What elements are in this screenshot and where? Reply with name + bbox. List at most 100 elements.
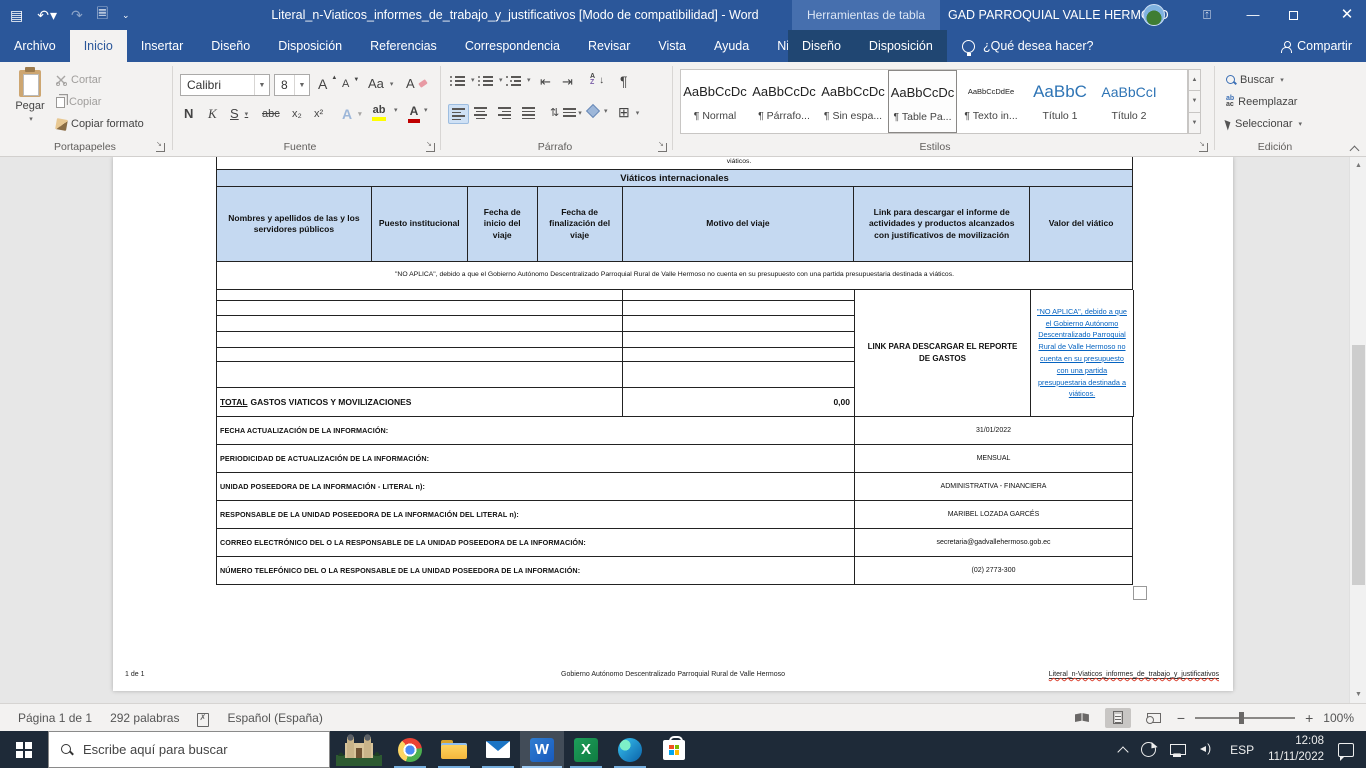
strikethrough-button[interactable]: abc — [262, 108, 280, 120]
zoom-slider-thumb[interactable] — [1239, 712, 1244, 724]
tab-disposicion[interactable]: Disposición — [264, 30, 356, 62]
style-titulo-2[interactable]: AaBbCcITítulo 2 — [1095, 70, 1164, 133]
undo-icon[interactable]: ↶▾ — [37, 7, 57, 24]
print-preview-icon[interactable]: 🗏 — [97, 3, 108, 27]
qat-customize-icon[interactable]: ⌄ — [122, 10, 130, 21]
styles-scroll-down-icon[interactable]: ▼ — [1188, 91, 1201, 112]
format-painter-button[interactable]: Copiar formato — [56, 118, 144, 130]
avatar[interactable] — [1143, 4, 1165, 26]
zoom-out-button[interactable]: − — [1177, 710, 1185, 726]
ribbon-display-options-icon[interactable]: ⍐ — [1190, 0, 1224, 30]
taskbar-file-explorer[interactable] — [432, 731, 476, 768]
numbering-button[interactable]: ▾ — [478, 75, 503, 86]
castle-shortcut-icon[interactable] — [330, 731, 388, 768]
bold-button[interactable]: N — [184, 106, 193, 121]
taskbar-store[interactable] — [652, 731, 696, 768]
multilevel-list-button[interactable]: ▾ — [506, 75, 531, 86]
tab-archivo[interactable]: Archivo — [0, 30, 70, 62]
taskbar-mail[interactable] — [476, 731, 520, 768]
zoom-level[interactable]: 100% — [1323, 711, 1354, 725]
tab-insertar[interactable]: Insertar — [127, 30, 197, 62]
tell-me-box[interactable]: ¿Qué desea hacer? — [962, 30, 1094, 62]
read-mode-button[interactable] — [1069, 708, 1095, 728]
styles-scroll-up-icon[interactable]: ▲ — [1188, 69, 1201, 91]
styles-dialog-launcher-icon[interactable] — [1199, 143, 1208, 152]
action-center-icon[interactable] — [1338, 743, 1354, 757]
styles-gallery-more-icon[interactable]: ▼ — [1188, 113, 1201, 134]
replace-button[interactable]: abacReemplazar — [1226, 96, 1297, 108]
paste-button[interactable]: Pegar ▾ — [10, 70, 50, 123]
sort-button[interactable]: AZ↓ — [590, 74, 604, 86]
document-page[interactable]: viáticos. Viáticos internacionales Nombr… — [113, 157, 1233, 691]
network-icon[interactable] — [1170, 744, 1186, 756]
cut-button[interactable]: Cortar — [56, 74, 102, 86]
paragraph-dialog-launcher-icon[interactable] — [658, 143, 667, 152]
tab-diseno[interactable]: Diseño — [197, 30, 264, 62]
scroll-down-icon[interactable]: ▼ — [1350, 686, 1366, 703]
clipboard-dialog-launcher-icon[interactable] — [156, 143, 165, 152]
show-paragraph-marks-button[interactable]: ¶ — [620, 73, 628, 89]
tab-table-diseno[interactable]: Diseño — [788, 30, 855, 62]
select-button[interactable]: Seleccionar▾ — [1226, 118, 1302, 130]
table-resize-handle[interactable] — [1133, 586, 1147, 600]
taskbar-search-box[interactable]: Escribe aquí para buscar — [48, 731, 330, 768]
subscript-button[interactable]: x₂ — [292, 108, 302, 120]
font-size-combo[interactable]: 8 ▼ — [274, 74, 310, 96]
taskbar-word[interactable]: W — [520, 731, 564, 768]
tab-referencias[interactable]: Referencias — [356, 30, 451, 62]
style-texto-independiente[interactable]: AaBbCcDdEe¶ Texto in... — [957, 70, 1026, 133]
input-language[interactable]: ESP — [1230, 743, 1254, 757]
redo-icon[interactable]: ↷ — [71, 7, 83, 24]
font-name-combo[interactable]: Calibri ▼ — [180, 74, 270, 96]
style-normal[interactable]: AaBbCcDc¶ Normal — [681, 70, 750, 133]
scroll-up-icon[interactable]: ▲ — [1350, 157, 1366, 174]
change-case-button[interactable]: Aa▾ — [368, 76, 393, 91]
web-layout-button[interactable] — [1141, 708, 1167, 728]
zoom-in-button[interactable]: + — [1305, 710, 1313, 726]
tab-inicio[interactable]: Inicio — [70, 30, 127, 62]
no-aplica-hyperlink[interactable]: "NO APLICA", debido a que el Gobierno Au… — [1034, 306, 1130, 401]
tab-correspondencia[interactable]: Correspondencia — [451, 30, 574, 62]
underline-button[interactable]: S▾ — [230, 106, 248, 121]
justify-button[interactable] — [522, 107, 535, 119]
print-layout-button[interactable] — [1105, 708, 1131, 728]
increase-indent-button[interactable]: ⇥ — [562, 74, 573, 90]
tab-table-disposicion[interactable]: Disposición — [855, 30, 947, 62]
taskbar-chrome[interactable] — [388, 731, 432, 768]
taskbar-edge[interactable] — [608, 731, 652, 768]
decrease-indent-button[interactable]: ⇤ — [540, 74, 551, 90]
italic-button[interactable]: K — [208, 106, 217, 122]
shading-button[interactable]: ▾ — [588, 106, 608, 116]
highlight-color-button[interactable]: ab — [372, 104, 386, 121]
shrink-font-button[interactable]: A▼ — [342, 78, 359, 90]
tab-vista[interactable]: Vista — [644, 30, 700, 62]
tab-revisar[interactable]: Revisar — [574, 30, 644, 62]
restore-button[interactable] — [1276, 0, 1310, 30]
start-button[interactable] — [0, 731, 48, 768]
volume-icon[interactable] — [1200, 743, 1216, 756]
style-titulo-1[interactable]: AaBbCTítulo 1 — [1026, 70, 1095, 133]
highlight-dropdown-icon[interactable]: ▾ — [394, 106, 398, 114]
share-button[interactable]: Compartir — [1281, 30, 1352, 62]
clear-formatting-button[interactable]: A — [406, 76, 427, 91]
scrollbar-thumb[interactable] — [1352, 345, 1365, 585]
align-left-button[interactable] — [448, 104, 469, 124]
font-color-button[interactable]: A — [408, 104, 420, 123]
sync-icon[interactable] — [1141, 742, 1156, 757]
style-table-paragraph[interactable]: AaBbCcDc¶ Table Pa... — [888, 70, 957, 133]
borders-button[interactable]: ⊞▾ — [618, 104, 639, 121]
page-indicator[interactable]: Página 1 de 1 — [18, 711, 92, 725]
collapse-ribbon-icon[interactable] — [1350, 145, 1358, 153]
save-icon[interactable]: ▤ — [10, 7, 23, 24]
taskbar-excel[interactable]: X — [564, 731, 608, 768]
close-button[interactable]: ✕ — [1330, 0, 1364, 30]
language-indicator[interactable]: Español (España) — [227, 711, 322, 725]
line-spacing-button[interactable]: ⇅▾ — [550, 106, 582, 119]
align-center-button[interactable] — [474, 107, 487, 119]
text-effects-button[interactable]: A▾ — [342, 106, 362, 122]
font-dialog-launcher-icon[interactable] — [426, 143, 435, 152]
tab-ayuda[interactable]: Ayuda — [700, 30, 763, 62]
word-count[interactable]: 292 palabras — [110, 711, 179, 725]
hidden-icons-chevron-icon[interactable] — [1118, 745, 1127, 754]
clock[interactable]: 12:08 11/11/2022 — [1268, 734, 1324, 765]
